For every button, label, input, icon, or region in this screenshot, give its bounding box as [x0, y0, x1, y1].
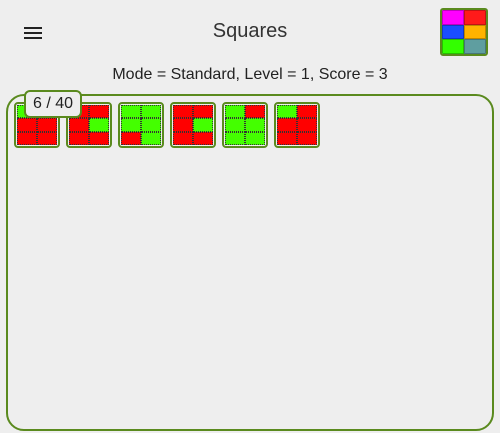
logo-tile — [464, 10, 486, 25]
red-cell — [89, 105, 109, 119]
green-cell — [225, 131, 245, 145]
red-cell — [17, 118, 37, 132]
green-cell — [89, 118, 109, 132]
red-cell — [193, 131, 213, 145]
green-cell — [277, 105, 297, 119]
red-cell — [17, 131, 37, 145]
red-cell — [297, 105, 317, 119]
game-piece[interactable] — [170, 102, 216, 148]
status-line: Mode = Standard, Level = 1, Score = 3 — [112, 66, 388, 83]
green-cell — [121, 105, 141, 119]
green-cell — [245, 131, 265, 145]
squares-logo-icon[interactable] — [440, 8, 488, 56]
green-cell — [193, 118, 213, 132]
green-cell — [121, 118, 141, 132]
piece-counter: 6 / 40 — [24, 90, 83, 118]
logo-tile — [464, 39, 486, 54]
red-cell — [245, 105, 265, 119]
logo-tile — [442, 10, 464, 25]
green-cell — [141, 105, 161, 119]
red-cell — [297, 131, 317, 145]
green-cell — [225, 118, 245, 132]
red-cell — [37, 131, 57, 145]
logo-tile — [464, 24, 486, 40]
green-cell — [245, 118, 265, 132]
red-cell — [69, 131, 89, 145]
logo-tile — [442, 39, 464, 54]
red-cell — [277, 118, 297, 132]
logo-tile — [442, 24, 464, 40]
game-piece[interactable] — [274, 102, 320, 148]
red-cell — [89, 131, 109, 145]
game-app: Squares Mode = Standard, Level = 1, Scor… — [0, 0, 500, 433]
green-cell — [225, 105, 245, 119]
app-title: Squares — [212, 20, 288, 42]
red-cell — [37, 118, 57, 132]
red-cell — [193, 105, 213, 119]
red-cell — [297, 118, 317, 132]
green-cell — [141, 118, 161, 132]
red-cell — [277, 131, 297, 145]
game-piece[interactable] — [118, 102, 164, 148]
red-cell — [173, 105, 193, 119]
game-piece[interactable] — [222, 102, 268, 148]
red-cell — [173, 131, 193, 145]
red-cell — [121, 131, 141, 145]
red-cell — [173, 118, 193, 132]
red-cell — [69, 118, 89, 132]
green-cell — [141, 131, 161, 145]
